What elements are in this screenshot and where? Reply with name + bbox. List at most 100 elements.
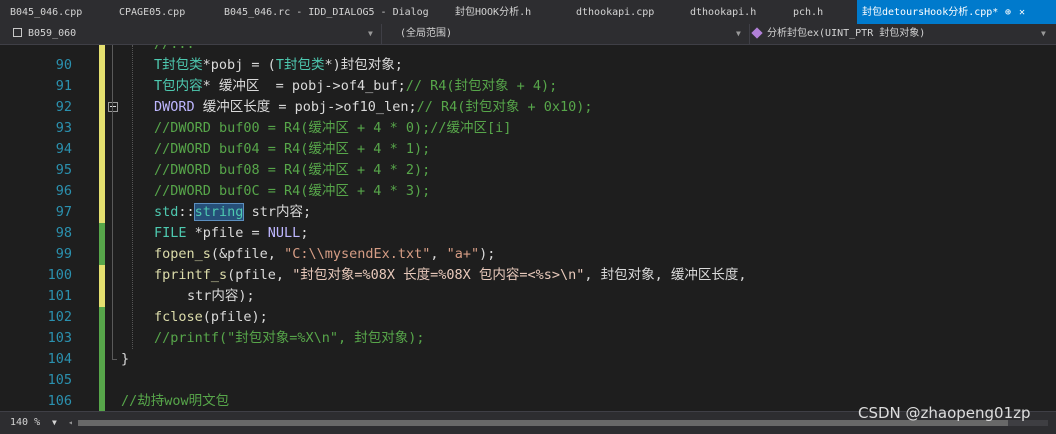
tab-cpage05-cpp[interactable]: CPAGE05.cpp [119,0,199,24]
code-token: str内容; [243,204,312,220]
code-token: //... [154,45,195,52]
change-tracking-bar [99,223,105,244]
code-token: ; [408,99,417,115]
code-line[interactable]: fclose(pfile); [154,307,268,328]
code-token: , 封包对象, 缓冲区长度, [584,267,747,283]
code-line[interactable]: str内容); [187,286,255,307]
active-tab-label: 封包detoursHook分析.cpp* [862,7,999,18]
project-dropdown-chevron-icon[interactable]: ▼ [368,26,373,42]
change-tracking-bar [99,244,105,265]
code-token: FILE [154,225,187,241]
code-token: pobj [210,57,244,73]
code-token: NULL [267,225,301,241]
code-line[interactable]: //... [154,45,195,55]
code-token: ; [300,225,309,241]
scroll-left-arrow-icon[interactable]: ◂ [68,417,73,429]
code-line[interactable]: //DWORD buf00 = R4(缓冲区 + 4 * 0);//缓冲区[i] [154,118,511,139]
tab-b045-046-rc-dialog[interactable]: B045_046.rc - IDD_DIALOG5 - Dialog [224,0,436,24]
code-line[interactable]: //printf("封包对象=%X\n", 封包对象); [154,328,425,349]
change-tracking-bar [99,202,105,223]
line-number: 99 [55,246,72,262]
line-number: 94 [55,141,72,157]
close-tab-icon[interactable]: ✕ [1019,0,1025,24]
code-token: "a+" [446,246,480,262]
indent-guide [132,45,134,349]
code-token: fopen_s [154,246,211,262]
code-token: (pfile); [202,309,268,325]
code-line[interactable]: //DWORD buf08 = R4(缓冲区 + 4 * 2); [154,160,430,181]
code-token: :: [178,204,195,220]
outline-fold-end [112,359,117,360]
code-token: // R4(封包对象 + 0x10); [416,99,593,115]
code-line[interactable]: fopen_s(&pfile, "C:\\mysendEx.txt", "a+"… [154,244,495,265]
code-token: ; [394,57,403,73]
change-tracking-bar [99,181,105,202]
pin-tab-icon[interactable]: ⊕ [1005,0,1011,24]
zoom-dropdown-chevron-icon[interactable]: ▼ [52,415,57,431]
line-number: 104 [47,351,72,367]
tab-detours-hook-analysis-cpp[interactable]: 封包detoursHook分析.cpp* [857,0,1056,24]
code-line[interactable]: //劫持wow明文包 [121,391,229,411]
line-number: 95 [55,162,72,178]
purple-cube-icon [751,27,763,39]
line-number: 106 [47,393,72,409]
code-token: std [154,204,179,220]
divider [749,24,750,44]
line-number: 91 [55,78,72,94]
code-token: str内容); [187,288,255,304]
selected-word-highlight: string [193,203,245,221]
code-token: 封包对象 [340,57,395,73]
code-line[interactable]: //DWORD buf0C = R4(缓冲区 + 4 * 3); [154,181,430,202]
change-tracking-bar [99,265,105,286]
code-token: "封包对象=%08X 长度=%08X 包内容=<%s>\n" [292,267,585,283]
code-token: // R4(封包对象 + 4); [405,78,558,94]
document-tab-bar: B045_046.cpp CPAGE05.cpp B045_046.rc - I… [0,0,1056,25]
tab-dthookapi-cpp[interactable]: dthookapi.cpp [576,0,676,24]
code-line[interactable]: std::string str内容; [154,202,311,223]
code-token: of10_len [343,99,409,115]
code-line[interactable]: fprintf_s(pfile, "封包对象=%08X 长度=%08X 包内容=… [154,265,747,286]
code-line[interactable]: DWORD 缓冲区长度 = pobj->of10_len;// R4(封包对象 … [154,97,593,118]
code-token: *) [324,57,341,73]
collapse-block-icon[interactable] [108,102,118,112]
code-token: * 缓冲区 = pobj-> [202,78,341,94]
tab-b045-046-cpp[interactable]: B045_046.cpp [10,0,108,24]
line-number: 97 [55,204,72,220]
code-token: //DWORD buf0C = R4(缓冲区 + 4 * 3); [154,183,431,199]
code-token: = ( [243,57,276,73]
code-editor[interactable]: //... 90 T封包类*pobj = (T封包类*)封包对象; 91 T包内容* 缓… [0,45,1056,411]
change-tracking-bar [99,286,105,307]
line-number: 92 [55,99,72,115]
code-token: ); [479,246,496,262]
code-token: } [121,351,130,367]
line-number: 93 [55,120,72,136]
tab-dthookapi-h[interactable]: dthookapi.h [690,0,780,24]
code-token: ; [397,78,406,94]
line-number: 102 [47,309,72,325]
project-icon [13,28,22,37]
outline-fold-line [112,45,113,359]
change-tracking-bar [99,76,105,97]
project-dropdown[interactable]: B059_060 [28,26,328,42]
tab-pch-h[interactable]: pch.h [793,0,847,24]
change-tracking-bar [99,45,105,55]
code-token: //printf("封包对象=%X\n", 封包对象); [154,330,425,346]
member-dropdown[interactable]: 分析封包ex(UINT_PTR 封包对象) [767,26,1037,42]
zoom-level[interactable]: 140 % [10,415,40,431]
change-tracking-bar [99,370,105,391]
code-line[interactable]: //DWORD buf04 = R4(缓冲区 + 4 * 1); [154,139,430,160]
change-tracking-bar [99,349,105,370]
line-number: 90 [55,57,72,73]
tab-hook-analysis-h[interactable]: 封包HOOK分析.h [455,0,557,24]
scope-dropdown-chevron-icon[interactable]: ▼ [736,26,741,42]
scope-dropdown[interactable]: (全局范围) [400,26,710,42]
code-line[interactable]: } [121,349,129,370]
change-tracking-bar [99,391,105,411]
change-tracking-bar [99,328,105,349]
code-token: //DWORD buf00 = R4(缓冲区 + 4 * 0);//缓冲区[i] [154,120,512,136]
code-line[interactable]: T封包类*pobj = (T封包类*)封包对象; [154,55,403,76]
code-line[interactable]: FILE *pfile = NULL; [154,223,308,244]
code-line[interactable]: T包内容* 缓冲区 = pobj->of4_buf;// R4(封包对象 + 4… [154,76,557,97]
change-tracking-bar [99,307,105,328]
member-dropdown-chevron-icon[interactable]: ▼ [1041,26,1046,42]
